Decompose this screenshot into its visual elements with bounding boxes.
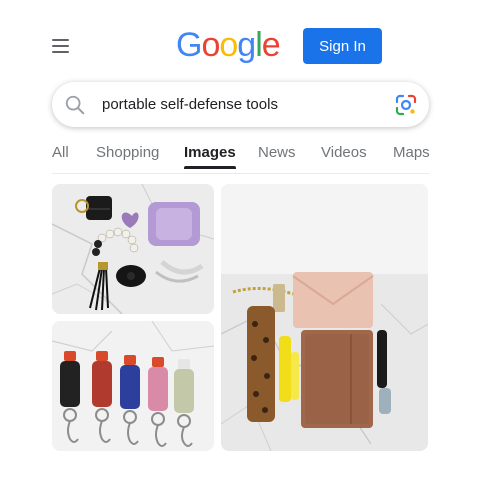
search-icon[interactable]	[64, 94, 86, 116]
search-bar[interactable]	[52, 82, 429, 127]
tab-videos[interactable]: Videos	[321, 144, 367, 161]
tab-shopping[interactable]: Shopping	[96, 144, 159, 161]
sign-in-button[interactable]: Sign In	[303, 28, 382, 64]
search-tabs: All Shopping Images News Videos Maps	[52, 140, 430, 174]
menu-icon[interactable]	[52, 39, 69, 53]
tab-images[interactable]: Images	[184, 144, 236, 169]
logo-letter: o	[201, 26, 220, 64]
search-input[interactable]	[102, 92, 382, 117]
logo-letter: e	[261, 26, 281, 64]
google-logo[interactable]: Google	[176, 24, 281, 66]
tab-news[interactable]: News	[258, 144, 296, 161]
logo-letter: G	[176, 26, 202, 64]
tab-all[interactable]: All	[52, 144, 69, 161]
image-result[interactable]	[52, 321, 214, 451]
logo-letter: g	[237, 26, 256, 64]
google-lens-icon[interactable]	[394, 93, 418, 117]
logo-letter: o	[219, 26, 238, 64]
image-result[interactable]	[221, 184, 428, 451]
tab-maps[interactable]: Maps	[393, 144, 430, 161]
image-result[interactable]	[52, 184, 214, 314]
